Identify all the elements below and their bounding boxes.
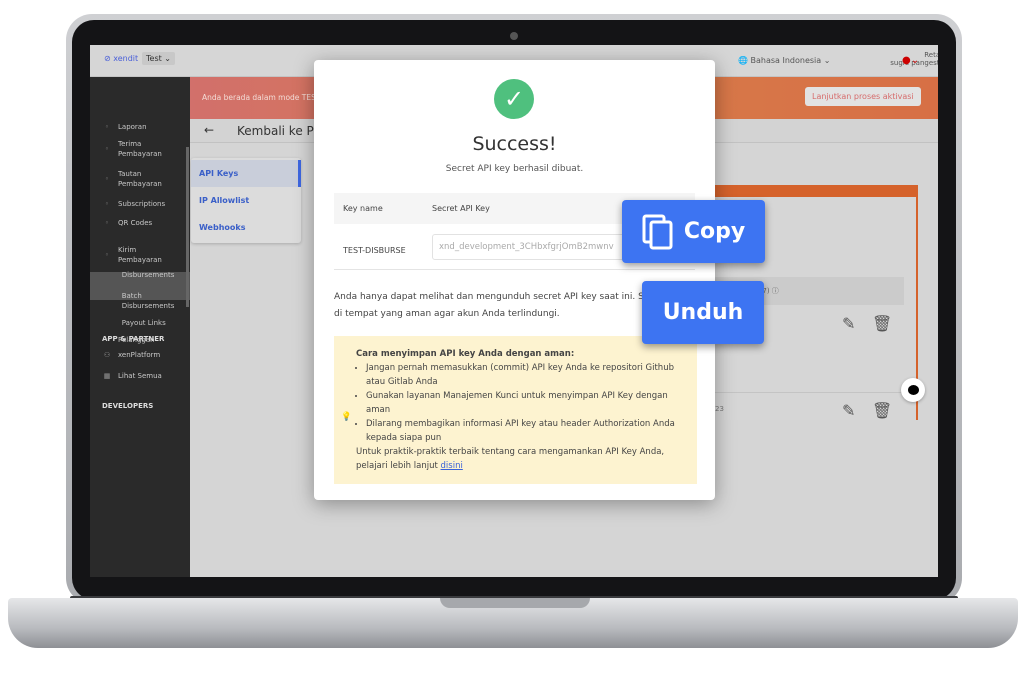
check-icon: ✓ [494,79,534,119]
sidebar-item-label: Batch Disbursements [121,292,175,310]
sidebar-item-label: Lihat Semua [118,372,162,380]
activation-button[interactable]: Lanjutkan proses aktivasi [805,87,921,106]
key-name-value: TEST-DISBURSE [343,246,406,255]
copy-button[interactable]: Copy [622,200,765,263]
sidebar-item-label: xenPlatform [118,351,161,359]
sidebar-scrollbar[interactable] [186,147,189,307]
back-arrow-icon[interactable]: ← [204,123,214,137]
edit-icon[interactable]: ✎ [842,401,855,420]
globe-icon: 🌐 [738,56,748,65]
sidebar-item-pelanggan[interactable]: ◦ Pelanggan [90,335,180,345]
chat-button[interactable] [901,378,925,402]
delete-icon[interactable]: 🗑 [872,401,892,420]
modal-title: Success! [472,133,557,155]
tip-bullet: Dilarang membagikan informasi API key at… [366,417,687,445]
sidebar-item-label: Payout Links [121,319,166,327]
tab-webhooks[interactable]: Webhooks [191,214,301,241]
section-developers: DEVELOPERS [102,402,154,410]
refresh-icon: ◦ [104,200,110,208]
env-select[interactable]: Test ⌄ [142,52,176,65]
sidebar-item-tautan-pembayaran[interactable]: ◦ Tautan Pembayaran [90,169,180,189]
link-icon: ◦ [104,175,110,183]
modal-subtitle: Secret API key berhasil dibuat. [445,164,584,174]
sidebar-item-label: Subscriptions [118,200,166,208]
lightbulb-icon: 💡 [341,412,352,422]
sidebar: ◦ Laporan ◦ Terima Pembayaran ◦ Tautan Pembay… [90,77,190,577]
row-divider [710,392,904,393]
sidebar-item-label: Pelanggan [118,336,155,344]
sidebar-item-terima-pembayaran[interactable]: ◦ Terima Pembayaran [90,139,180,159]
edit-icon[interactable]: ✎ [842,314,855,333]
success-modal: ✓ Success! Secret API key berhasil dibua… [314,60,715,500]
qr-icon: ◦ [104,219,110,227]
sidebar-item-label: Disbursements [121,271,175,279]
tip-bullet: Gunakan layanan Manajemen Kunci untuk me… [366,389,687,417]
tab-api-keys[interactable]: API Keys [191,160,301,187]
sidebar-item-label: QR Codes [118,219,153,227]
sidebar-item-kirim-pembayaran[interactable]: ◦ Kirim Pembayaran [90,245,180,265]
camera [510,32,518,40]
sidebar-item-label: Terima Pembayaran [118,140,162,158]
user-name: sugie pangestu [890,59,938,67]
tab-ip-allowlist[interactable]: IP Allowlist [191,187,301,214]
sidebar-item-subscriptions[interactable]: ◦ Subscriptions [90,199,180,209]
tip-title: Cara menyimpan API key Anda dengan aman: [356,349,575,359]
copy-label: Copy [683,219,746,244]
sidebar-item-label: Kirim Pembayaran [118,246,162,264]
sidebar-item-qr-codes[interactable]: ◦ QR Codes [90,218,180,228]
env-label: Test [146,54,162,63]
security-tips: 💡 Cara menyimpan API key Anda dengan ama… [334,336,697,484]
sidebar-item-disbursements[interactable]: Disbursements [90,270,180,280]
chat-icon [907,385,919,395]
sidebar-item-xenplatform[interactable]: ⚇ xenPlatform [90,350,180,360]
report-icon: ◦ [104,123,110,131]
sidebar-item-batch-disbursements[interactable]: Batch Disbursements [90,291,180,311]
download-button[interactable]: Unduh [642,281,764,344]
learn-more-link[interactable]: disini [441,461,463,471]
sidebar-item-label: Laporan [118,123,147,131]
receive-icon: ◦ [104,145,110,153]
tip-bullet: Jangan pernah memasukkan (commit) API ke… [366,361,687,389]
sidebar-item-lihat-semua[interactable]: ▦ Lihat Semua [90,371,180,381]
header-secret: Secret API Key [432,204,490,213]
tip-footer-text: Untuk praktik-praktik terbaik tentang ca… [356,447,665,471]
business-name: Retail [924,51,938,59]
sidebar-item-label: Tautan Pembayaran [118,170,162,188]
tip-footer: Untuk praktik-praktik terbaik tentang ca… [356,445,687,473]
grid-icon: ▦ [103,372,111,380]
sidebar-item-payout-links[interactable]: Payout Links [90,318,180,328]
banner-text: Anda berada dalam mode TES [202,93,316,102]
avatar[interactable]: ●⌄ [902,55,919,66]
sidebar-item-laporan[interactable]: ◦ Laporan [90,122,180,132]
language-label: Bahasa Indonesia [750,56,822,65]
send-icon: ◦ [104,251,110,259]
header-key-name: Key name [343,204,383,213]
language-select[interactable]: 🌐 Bahasa Indonesia ⌄ [738,56,830,65]
screen: ⊘ xendit Test ⌄ 🌐 Bahasa Indonesia ⌄ Ret… [90,45,938,577]
settings-tabs: API Keys IP Allowlist Webhooks [191,158,301,243]
info-text: Anda hanya dapat melihat dan mengunduh s… [334,292,686,319]
laptop-notch [440,598,590,608]
back-link[interactable]: Kembali ke Pe [237,124,321,138]
users-icon: ⚇ [103,351,111,359]
brand: xendit [113,54,139,63]
download-label: Unduh [662,300,744,325]
row-date: 23 [715,405,724,413]
delete-icon[interactable]: 🗑 [872,314,892,333]
xendit-logo[interactable]: ⊘ xendit [104,54,138,63]
customer-icon: ◦ [104,336,110,344]
copy-icon [642,214,673,249]
